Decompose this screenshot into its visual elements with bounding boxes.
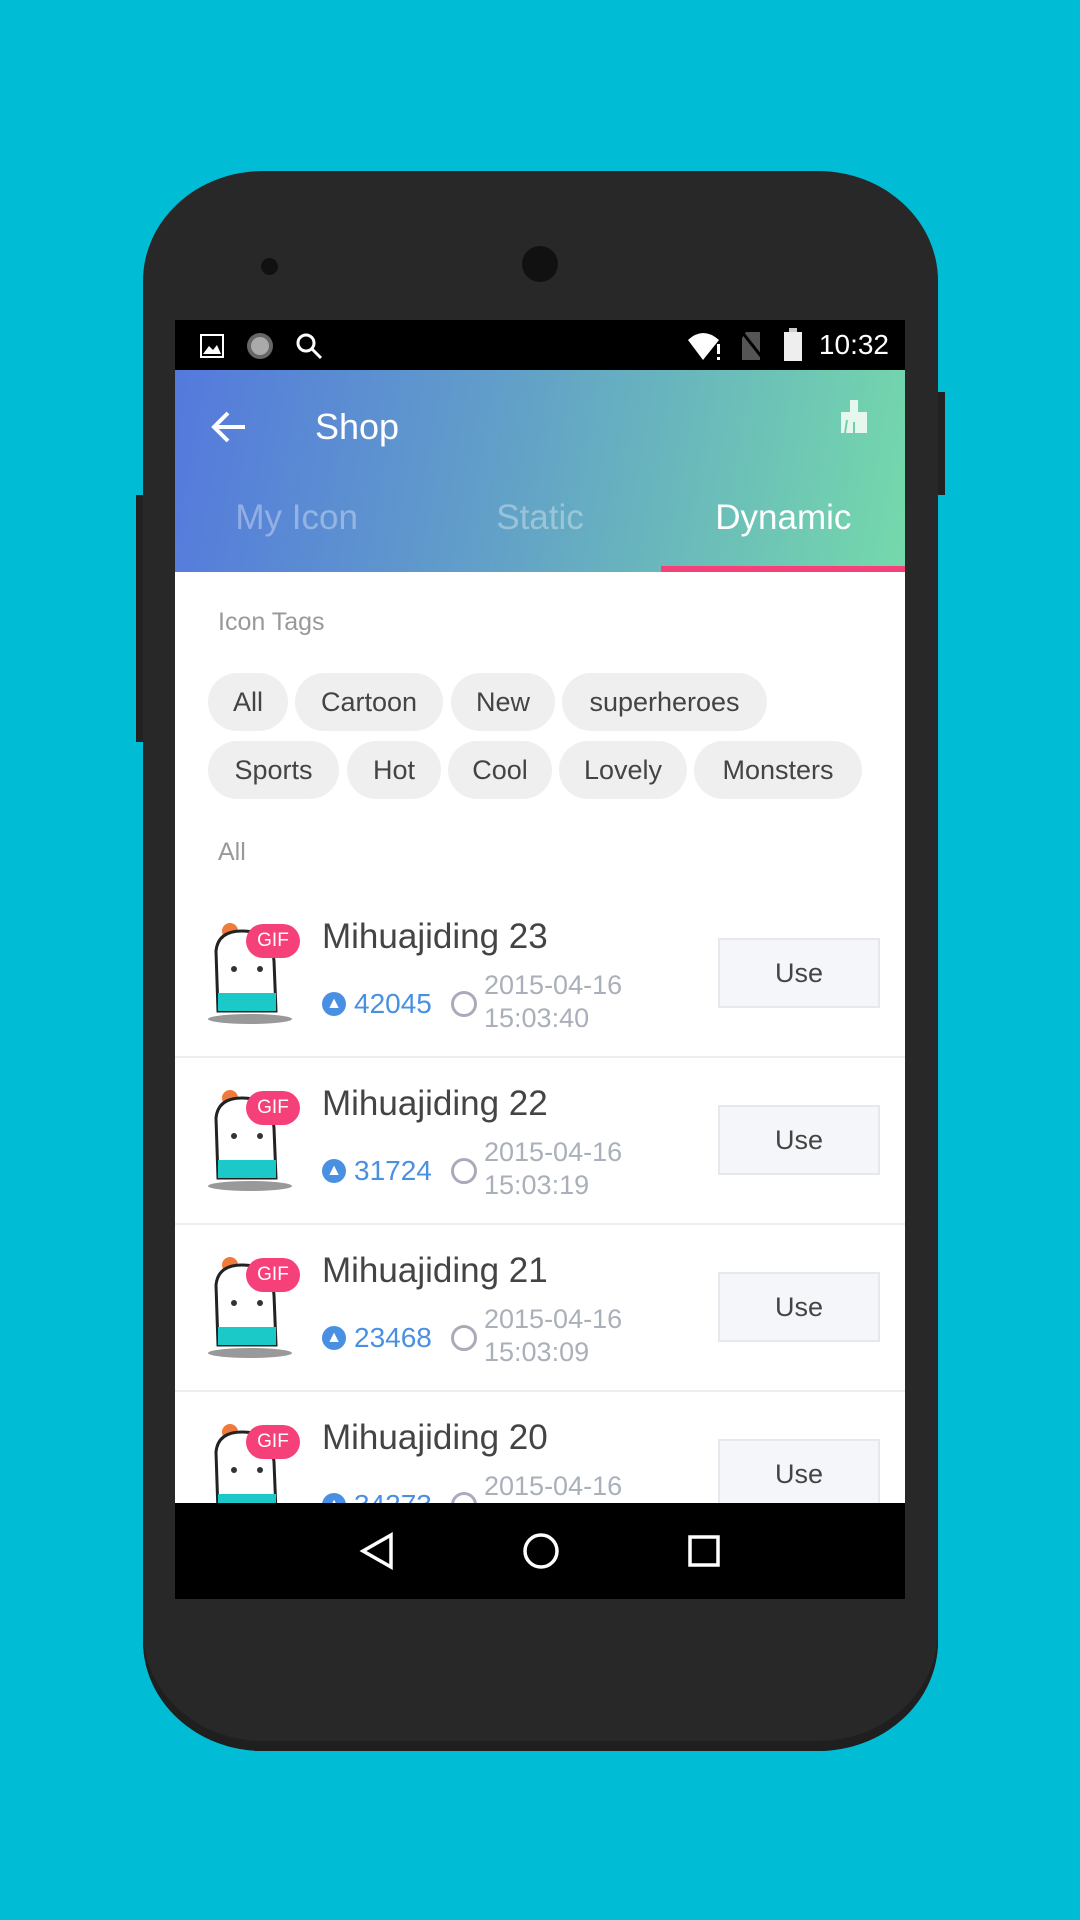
gif-badge: GIF	[246, 1425, 300, 1459]
tag-hot[interactable]: Hot	[347, 741, 441, 799]
time-value: 15:03:19	[484, 1170, 590, 1200]
tag-new[interactable]: New	[451, 673, 555, 731]
arrow-left-icon[interactable]	[211, 410, 247, 444]
home-icon[interactable]	[522, 1532, 560, 1570]
gif-badge: GIF	[246, 1258, 300, 1292]
navigation-bar	[175, 1503, 905, 1599]
item-name: Mihuajiding 20	[322, 1418, 548, 1457]
item-date: 2015-04-16	[484, 1470, 622, 1503]
download-value: 31724	[354, 1155, 432, 1186]
list-item: GIF Mihuajiding 23 ▲ 42045 2015-04-16 15:0…	[175, 891, 905, 1058]
item-name: Mihuajiding 22	[322, 1084, 548, 1123]
broom-icon[interactable]	[839, 400, 869, 434]
list-item: GIF Mihuajiding 22 ▲ 31724 2015-04-16 15:0…	[175, 1058, 905, 1225]
tag-sports[interactable]: Sports	[208, 741, 339, 799]
item-name: Mihuajiding 23	[322, 917, 548, 956]
tag-all[interactable]: All	[208, 673, 288, 731]
tab-dynamic[interactable]: Dynamic	[662, 498, 905, 538]
circle-icon	[247, 333, 273, 359]
icon-tags-heading: Icon Tags	[218, 608, 325, 636]
date-value: 2015-04-16	[484, 970, 623, 1000]
image-icon	[200, 334, 224, 358]
tag-cool[interactable]: Cool	[448, 741, 552, 799]
use-button[interactable]: Use	[718, 938, 880, 1008]
item-date: 2015-04-16 15:03:09	[484, 1303, 622, 1369]
status-time: 10:32	[818, 329, 889, 360]
toolbar: Shop My Icon Static Dynamic	[175, 370, 905, 572]
power-button	[938, 392, 945, 495]
gif-badge: GIF	[246, 1091, 300, 1125]
use-button[interactable]: Use	[718, 1105, 880, 1175]
item-name: Mihuajiding 21	[322, 1251, 548, 1290]
battery-icon	[784, 328, 802, 361]
list-item: GIF Mihuajiding 21 ▲ 23468 2015-04-16 15:0…	[175, 1225, 905, 1392]
download-count: ▲ 23468	[322, 1322, 432, 1354]
use-button[interactable]: Use	[718, 1272, 880, 1342]
use-button[interactable]: Use	[718, 1439, 880, 1509]
recents-icon[interactable]	[687, 1534, 721, 1568]
sensor	[261, 258, 278, 275]
time-value: 15:03:09	[484, 1337, 590, 1367]
tag-cartoon[interactable]: Cartoon	[295, 673, 443, 731]
item-date: 2015-04-16 15:03:19	[484, 1136, 622, 1202]
download-value: 23468	[354, 1322, 432, 1353]
clock-icon	[451, 1325, 477, 1351]
gif-badge: GIF	[246, 924, 300, 958]
no-sim-icon	[740, 331, 766, 361]
clock-icon	[451, 991, 477, 1017]
tab-indicator	[661, 566, 905, 572]
download-value: 42045	[354, 988, 432, 1019]
status-bar: 10:32	[175, 320, 905, 370]
clock-icon	[451, 1158, 477, 1184]
tab-static[interactable]: Static	[418, 498, 661, 538]
upload-icon: ▲	[322, 992, 346, 1016]
tab-my-icon[interactable]: My Icon	[175, 498, 418, 538]
upload-icon: ▲	[322, 1159, 346, 1183]
download-count: ▲ 31724	[322, 1155, 432, 1187]
volume-button	[136, 495, 143, 742]
front-camera	[522, 246, 558, 282]
download-count: ▲ 42045	[322, 988, 432, 1020]
date-value: 2015-04-16	[484, 1137, 623, 1167]
item-date: 2015-04-16 15:03:40	[484, 969, 622, 1035]
wifi-alert-icon	[688, 333, 720, 360]
date-value: 2015-04-16	[484, 1304, 623, 1334]
date-value: 2015-04-16	[484, 1471, 623, 1501]
screen: 10:32 Shop My Icon Static Dynamic Icon T…	[175, 320, 905, 1599]
back-icon[interactable]	[359, 1532, 395, 1570]
search-icon	[296, 333, 323, 360]
tag-lovely[interactable]: Lovely	[559, 741, 687, 799]
list-heading: All	[218, 838, 246, 866]
tag-monsters[interactable]: Monsters	[694, 741, 862, 799]
time-value: 15:03:40	[484, 1003, 590, 1033]
page-title: Shop	[315, 406, 400, 447]
icon-list: GIF Mihuajiding 23 ▲ 42045 2015-04-16 15:0…	[175, 891, 905, 1559]
upload-icon: ▲	[322, 1326, 346, 1350]
tag-superheroes[interactable]: superheroes	[562, 673, 767, 731]
